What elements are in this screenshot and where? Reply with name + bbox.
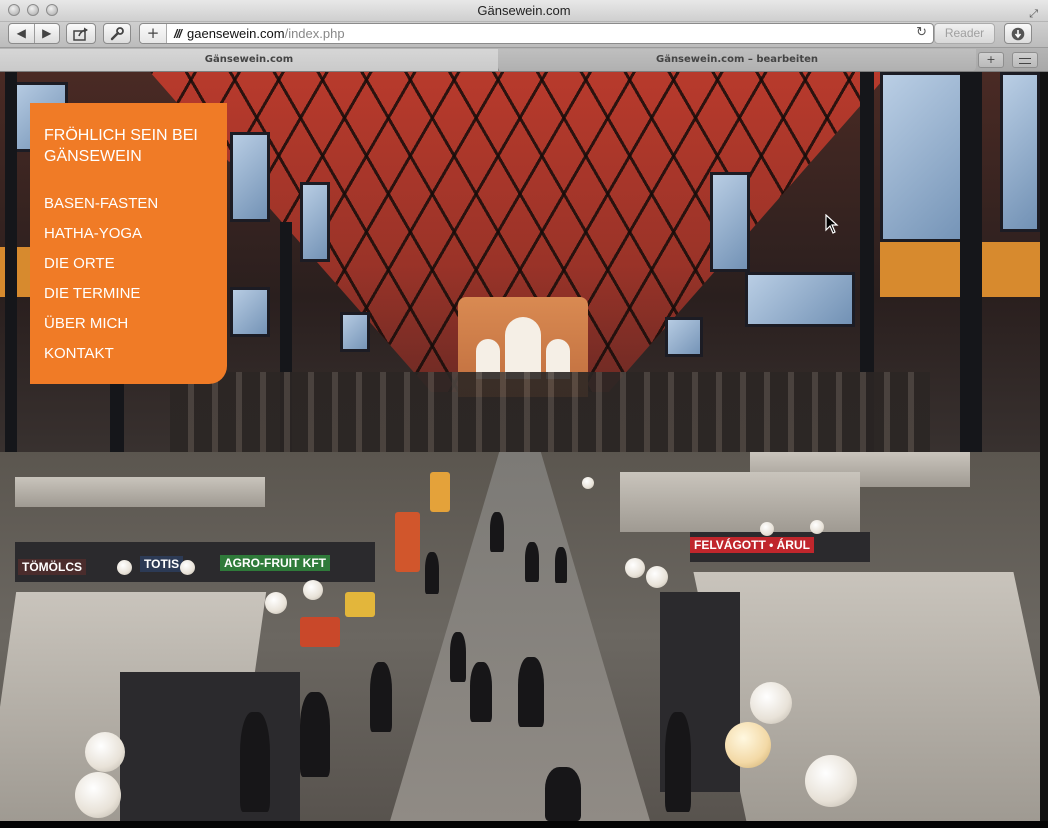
download-icon — [1011, 27, 1025, 41]
stall — [120, 672, 300, 821]
market-sign: TÖMÖLCS — [18, 559, 86, 575]
person — [545, 767, 581, 821]
share-button[interactable] — [66, 23, 96, 44]
window-controls — [8, 4, 58, 16]
person — [665, 712, 691, 812]
url-text[interactable]: gaensewein.com/index.php — [187, 26, 345, 41]
site-navigation: Fröhlich sein bei Gänsewein Basen-Fasten… — [30, 103, 227, 384]
stall-roof — [620, 472, 860, 532]
window-titlebar: Gänsewein.com ⤢ — [0, 0, 1048, 22]
tab-overview-icon[interactable] — [1012, 52, 1038, 68]
person — [490, 512, 504, 552]
person — [518, 657, 544, 727]
lamp-globe — [625, 558, 645, 578]
stall-roof — [693, 572, 1040, 821]
add-bookmark-button[interactable]: + — [140, 24, 167, 43]
tools-button[interactable] — [103, 23, 131, 44]
window-bottom-edge — [0, 821, 1048, 828]
lamp-globe — [750, 682, 792, 724]
produce — [430, 472, 450, 512]
nav-item-die-orte[interactable]: Die Orte — [44, 249, 213, 279]
hall-window — [745, 272, 855, 327]
nav-item-kontakt[interactable]: Kontakt — [44, 339, 213, 369]
lamp-globe — [725, 722, 771, 768]
tab-gaensewein-bearbeiten[interactable]: Gänsewein.com – bearbeiten — [498, 49, 976, 71]
lamp-globe — [180, 560, 195, 575]
person — [425, 552, 439, 594]
market-sign: FELVÁGOTT • ÁRUL — [690, 537, 814, 553]
window-edge — [1040, 72, 1048, 821]
stall-roof — [15, 477, 265, 507]
person — [555, 547, 567, 583]
back-button[interactable]: ◀ — [9, 24, 35, 43]
lamp-globe — [75, 772, 121, 818]
hall-window — [230, 132, 270, 222]
new-tab-button[interactable]: + — [978, 52, 1004, 68]
window-title: Gänsewein.com — [477, 3, 571, 18]
lamp-globe — [582, 477, 594, 489]
produce — [300, 617, 340, 647]
address-bar[interactable]: + /// gaensewein.com/index.php ↻ — [139, 23, 934, 44]
hall-window — [230, 287, 270, 337]
mouse-cursor-icon — [825, 214, 839, 234]
back-forward-buttons: ◀ ▶ — [8, 23, 60, 44]
url-domain: gaensewein.com — [187, 26, 285, 41]
lamp-globe — [265, 592, 287, 614]
reader-button[interactable]: Reader — [934, 23, 995, 44]
produce — [345, 592, 375, 617]
close-window-button[interactable] — [8, 4, 20, 16]
wrench-icon — [110, 27, 124, 41]
tab-bar: Gänsewein.com Gänsewein.com – bearbeiten… — [0, 48, 1048, 72]
downloads-button[interactable] — [1004, 23, 1032, 44]
minimize-window-button[interactable] — [27, 4, 39, 16]
hall-window — [300, 182, 330, 262]
nav-item-basen-fasten[interactable]: Basen-Fasten — [44, 189, 213, 219]
nav-item-hatha-yoga[interactable]: Hatha-Yoga — [44, 219, 213, 249]
lamp-globe — [117, 560, 132, 575]
hall-window — [710, 172, 750, 272]
person — [240, 712, 270, 812]
lamp-globe — [303, 580, 323, 600]
tab-gaensewein[interactable]: Gänsewein.com — [0, 49, 499, 71]
url-path: /index.php — [284, 26, 345, 41]
lamp-globe — [646, 566, 668, 588]
person — [300, 692, 330, 777]
reload-icon[interactable]: ↻ — [916, 25, 927, 40]
hall-window — [665, 317, 703, 357]
site-favicon: /// — [174, 26, 182, 41]
hall-window — [1000, 72, 1040, 232]
share-icon — [73, 27, 88, 41]
person — [370, 662, 392, 732]
browser-toolbar: ◀ ▶ + /// gaensewein.com/index.php ↻ Rea… — [0, 22, 1048, 48]
site-heading[interactable]: Fröhlich sein bei Gänsewein — [44, 125, 213, 167]
lamp-globe — [810, 520, 824, 534]
person — [525, 542, 539, 582]
zoom-window-button[interactable] — [46, 4, 58, 16]
market-sign: TOTIS — [140, 556, 184, 572]
forward-button[interactable]: ▶ — [35, 24, 60, 43]
hall-window — [340, 312, 370, 352]
market-sign: AGRO-FRUIT KFT — [220, 555, 330, 571]
lamp-globe — [760, 522, 774, 536]
lamp-globe — [85, 732, 125, 772]
nav-item-die-termine[interactable]: Die Termine — [44, 279, 213, 309]
person — [470, 662, 492, 722]
lamp-globe — [805, 755, 857, 807]
person — [450, 632, 466, 682]
nav-item-ueber-mich[interactable]: Über mich — [44, 309, 213, 339]
produce — [395, 512, 420, 572]
upper-gallery — [170, 372, 930, 452]
